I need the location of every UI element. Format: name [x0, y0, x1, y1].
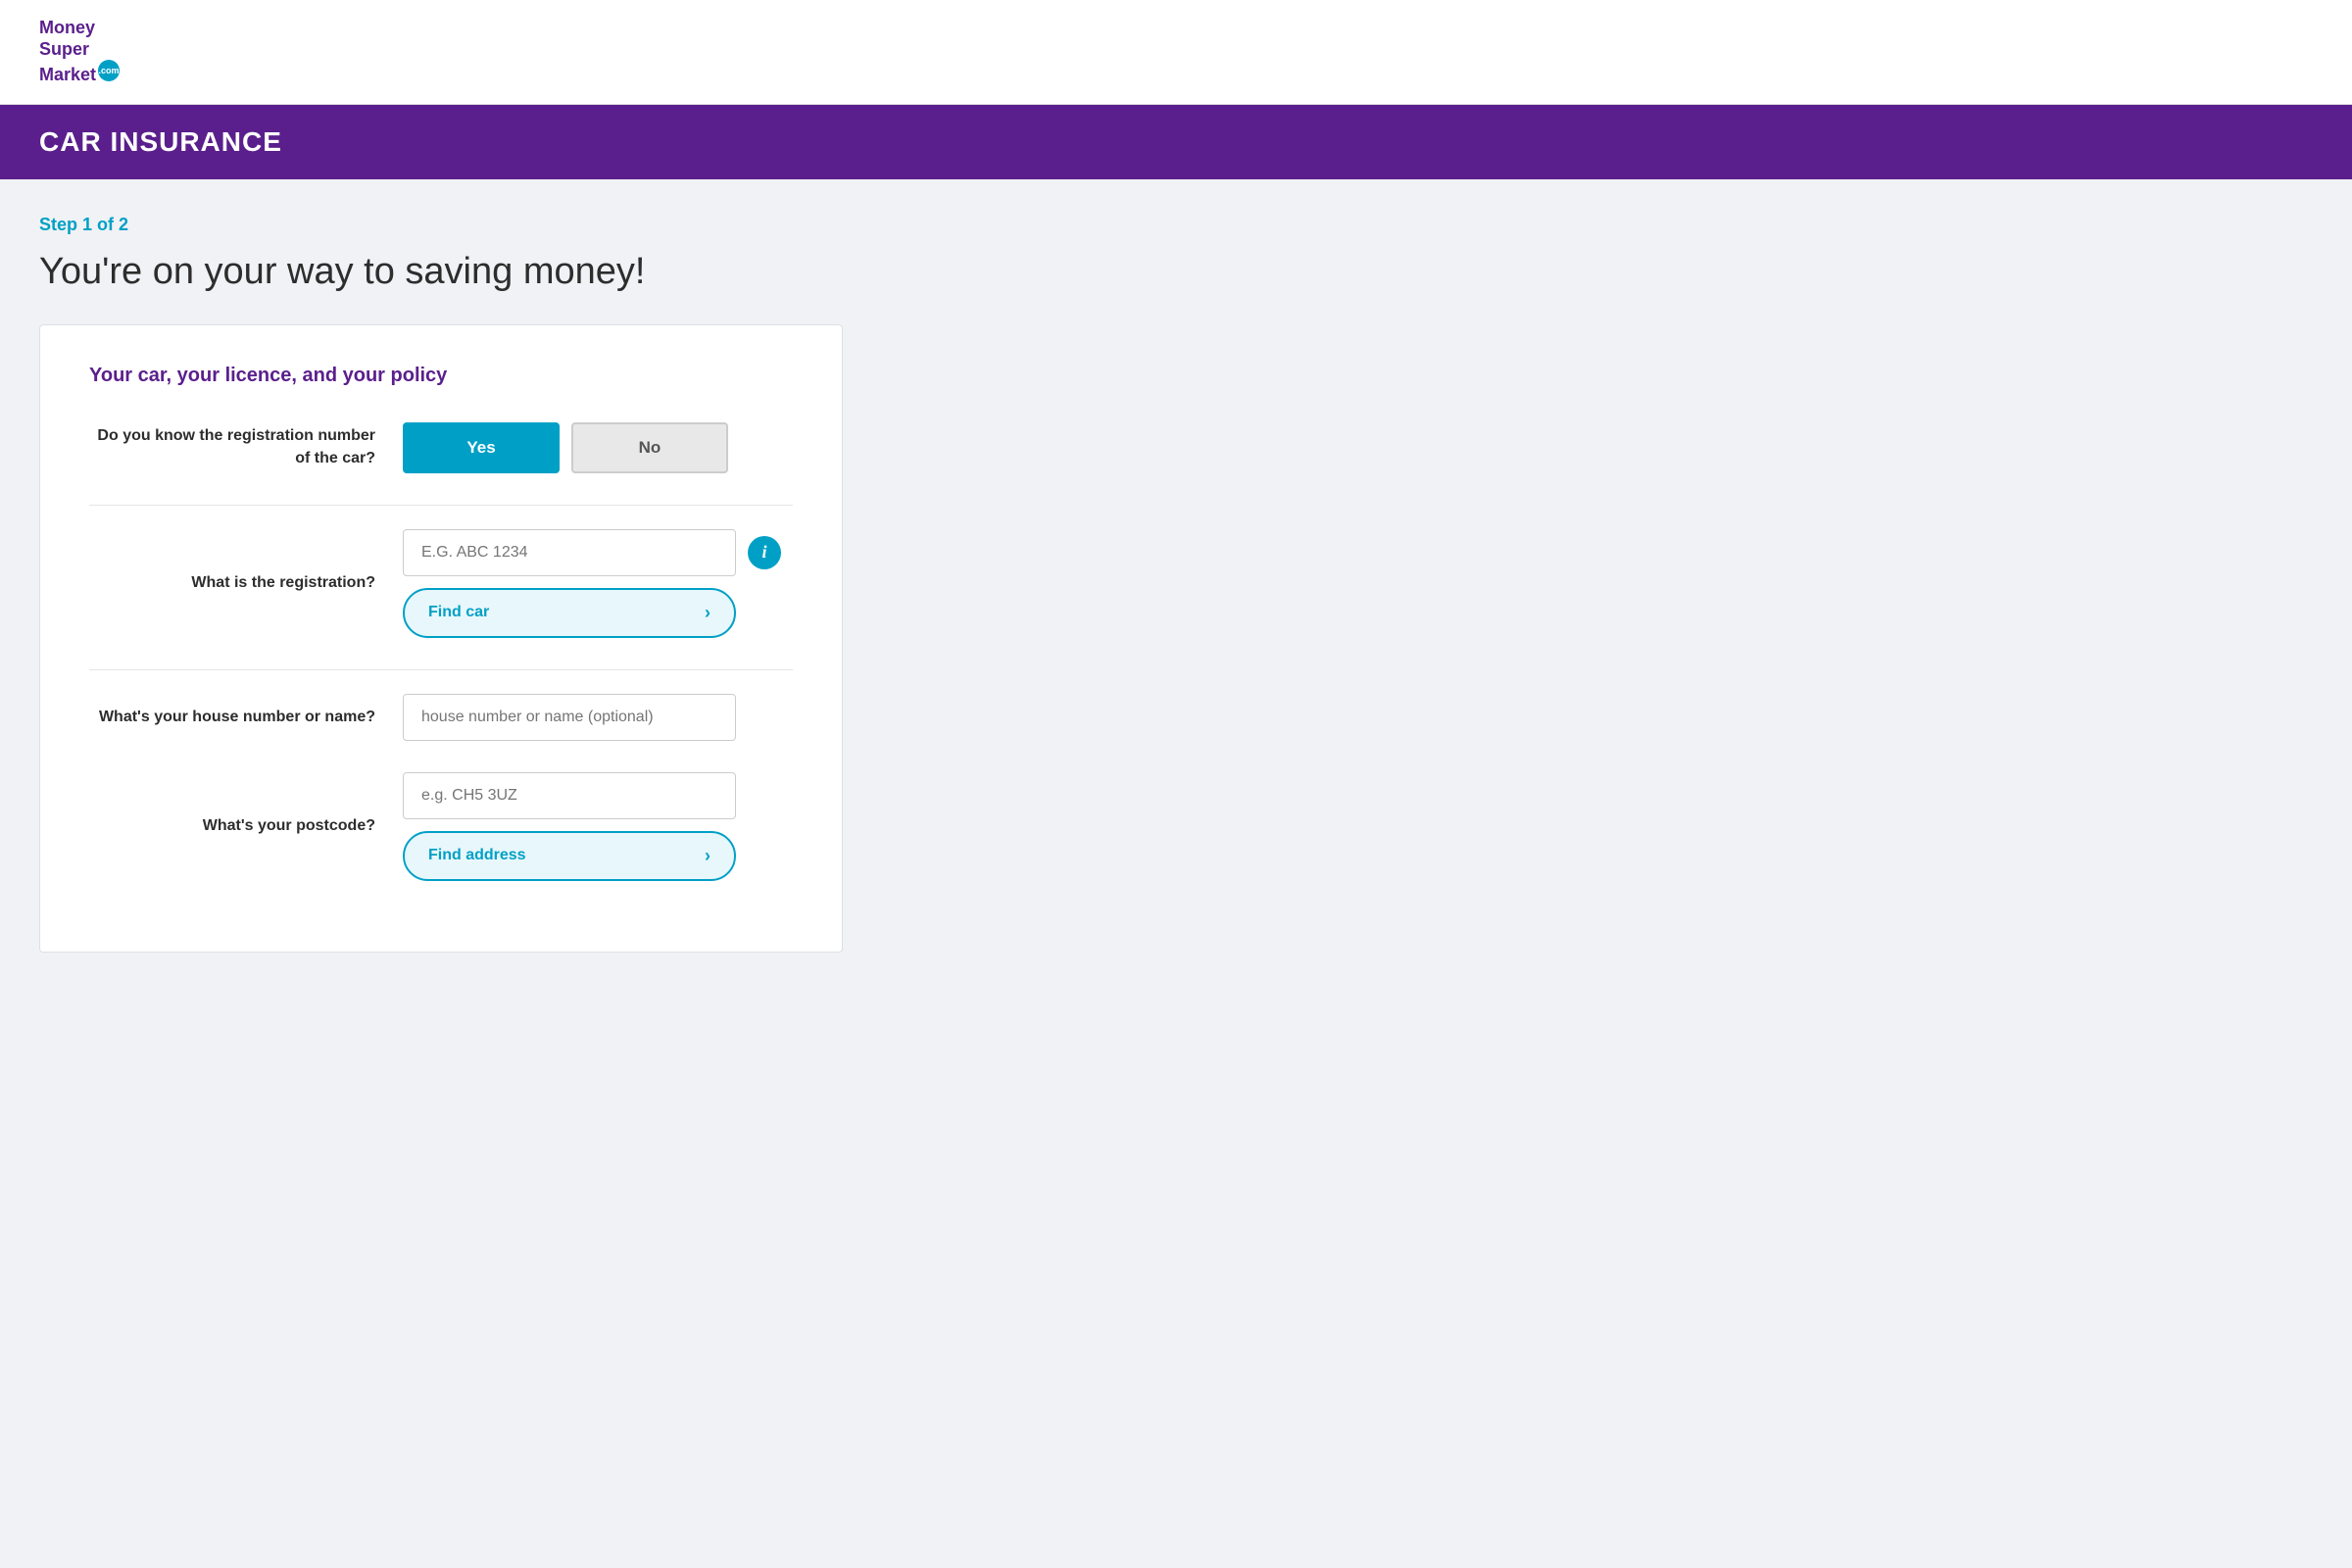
logo-com: .com: [98, 60, 120, 81]
logo-text: Money Super Market.com: [39, 18, 120, 86]
banner: CAR INSURANCE: [0, 105, 2352, 179]
find-address-button[interactable]: Find address ›: [403, 831, 736, 881]
main-content: Step 1 of 2 You're on your way to saving…: [0, 179, 882, 988]
yes-button[interactable]: Yes: [403, 422, 560, 473]
form-card: Your car, your licence, and your policy …: [39, 324, 843, 953]
postcode-input[interactable]: [403, 772, 736, 819]
registration-input-label: What is the registration?: [89, 572, 403, 594]
registration-input-area: i Find car ›: [403, 529, 793, 638]
registration-input[interactable]: [403, 529, 736, 576]
logo: Money Super Market.com: [39, 18, 120, 86]
house-input-area: [403, 694, 793, 741]
yes-no-controls: Yes No: [403, 422, 793, 473]
info-icon[interactable]: i: [748, 536, 781, 569]
header-area: Money Super Market.com: [0, 0, 2352, 105]
section-title: Your car, your licence, and your policy: [89, 365, 793, 387]
step-label: Step 1 of 2: [39, 215, 843, 235]
house-input-row: What's your house number or name?: [89, 694, 793, 741]
registration-question-row: Do you know the registration number of t…: [89, 422, 793, 473]
house-input[interactable]: [403, 694, 736, 741]
registration-input-row: What is the registration? i Find car ›: [89, 529, 793, 638]
postcode-input-area: Find address ›: [403, 772, 793, 881]
postcode-input-row: What's your postcode? Find address ›: [89, 772, 793, 881]
page-heading: You're on your way to saving money!: [39, 251, 843, 293]
separator-2: [89, 669, 793, 670]
registration-field-row: i: [403, 529, 793, 576]
postcode-input-label: What's your postcode?: [89, 815, 403, 837]
separator-1: [89, 505, 793, 506]
no-button[interactable]: No: [571, 422, 728, 473]
banner-title: CAR INSURANCE: [39, 126, 282, 157]
yes-no-row: Yes No: [403, 422, 793, 473]
chevron-right-icon: ›: [705, 603, 710, 623]
find-car-button[interactable]: Find car ›: [403, 588, 736, 638]
registration-question-label: Do you know the registration number of t…: [89, 425, 403, 469]
house-input-label: What's your house number or name?: [89, 707, 403, 728]
chevron-right-icon-2: ›: [705, 846, 710, 866]
